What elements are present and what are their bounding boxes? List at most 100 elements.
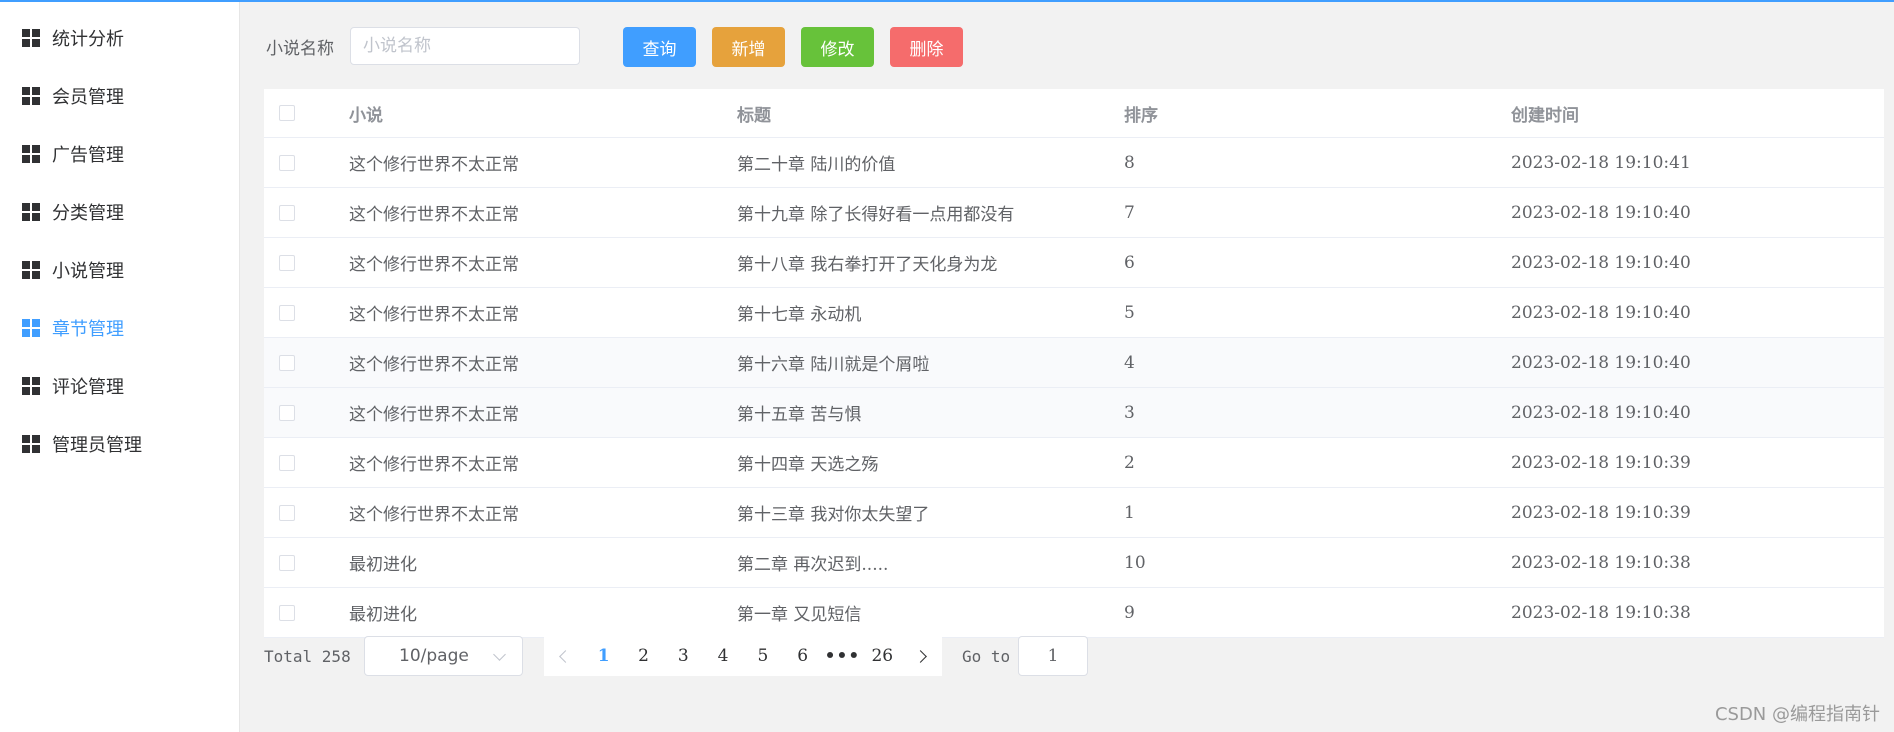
cell-title: 第十三章 我对你太失望了 (737, 505, 930, 525)
more-pages-icon[interactable]: ••• (823, 636, 863, 676)
sidebar-item-label: 小说管理 (52, 261, 124, 282)
grid-icon (22, 435, 40, 453)
table-row[interactable]: 这个修行世界不太正常 第十九章 除了长得好看一点用都没有 7 2023-02-1… (264, 188, 1884, 238)
table-row[interactable]: 这个修行世界不太正常 第十七章 永动机 5 2023-02-18 19:10:4… (264, 288, 1884, 338)
select-all-cell (279, 89, 295, 137)
cell-title: 第十九章 除了长得好看一点用都没有 (737, 205, 1015, 225)
row-checkbox-cell (279, 438, 295, 487)
sidebar-item-label: 评论管理 (52, 377, 124, 398)
delete-button[interactable]: 删除 (890, 27, 963, 67)
row-checkbox[interactable] (279, 454, 295, 471)
page-number[interactable]: 4 (703, 636, 743, 676)
row-checkbox-cell (279, 538, 295, 587)
top-accent-bar (0, 0, 1894, 2)
add-button[interactable]: 新增 (712, 27, 785, 67)
sidebar-item-label: 广告管理 (52, 145, 124, 166)
cell-created-time: 2023-02-18 19:10:39 (1511, 502, 1691, 523)
row-checkbox[interactable] (279, 554, 295, 571)
page-number[interactable]: 26 (862, 636, 902, 676)
table-row[interactable]: 这个修行世界不太正常 第十六章 陆川就是个屑啦 4 2023-02-18 19:… (264, 338, 1884, 388)
table-row[interactable]: 这个修行世界不太正常 第十五章 苦与惧 3 2023-02-18 19:10:4… (264, 388, 1884, 438)
cell-order: 5 (1124, 302, 1135, 323)
cell-novel: 这个修行世界不太正常 (349, 355, 519, 375)
column-header-novel[interactable]: 小说 (349, 89, 383, 137)
sidebar-item-statistics[interactable]: 统计分析 (0, 12, 239, 64)
sidebar-item-label: 统计分析 (52, 29, 124, 50)
grid-icon (22, 87, 40, 105)
cell-novel: 这个修行世界不太正常 (349, 455, 519, 475)
column-header-title[interactable]: 标题 (737, 89, 771, 137)
page-number[interactable]: 1 (584, 636, 624, 676)
select-all-checkbox[interactable] (279, 105, 295, 121)
cell-order: 9 (1124, 602, 1135, 623)
sidebar-item-label: 章节管理 (52, 319, 124, 340)
next-page-button[interactable] (902, 636, 942, 676)
table-row[interactable]: 这个修行世界不太正常 第十四章 天选之殇 2 2023-02-18 19:10:… (264, 438, 1884, 488)
column-header-order[interactable]: 排序 (1124, 89, 1158, 137)
chevron-down-icon (493, 648, 506, 661)
prev-page-button[interactable] (544, 636, 584, 676)
cell-created-time: 2023-02-18 19:10:38 (1511, 602, 1691, 623)
grid-icon (22, 377, 40, 395)
row-checkbox[interactable] (279, 254, 295, 271)
page-size-select[interactable]: 10/page (364, 636, 523, 676)
sidebar-item-comments[interactable]: 评论管理 (0, 360, 239, 412)
row-checkbox[interactable] (279, 404, 295, 421)
row-checkbox[interactable] (279, 604, 295, 621)
cell-title: 第一章 又见短信 (737, 605, 862, 625)
page-number[interactable]: 2 (624, 636, 664, 676)
table-row[interactable]: 最初进化 第一章 又见短信 9 2023-02-18 19:10:38 (264, 588, 1884, 638)
row-checkbox-cell (279, 588, 295, 637)
sidebar-item-members[interactable]: 会员管理 (0, 70, 239, 122)
row-checkbox-cell (279, 388, 295, 437)
row-checkbox-cell (279, 338, 295, 387)
sidebar-item-label: 分类管理 (52, 203, 124, 224)
row-checkbox-cell (279, 288, 295, 337)
cell-novel: 这个修行世界不太正常 (349, 205, 519, 225)
chevron-left-icon (559, 649, 573, 663)
sidebar-item-chapters[interactable]: 章节管理 (0, 302, 239, 354)
goto-page-input[interactable] (1018, 636, 1088, 676)
sidebar-item-categories[interactable]: 分类管理 (0, 186, 239, 238)
watermark: CSDN @编程指南针 (1714, 704, 1880, 725)
table-row[interactable]: 这个修行世界不太正常 第十三章 我对你太失望了 1 2023-02-18 19:… (264, 488, 1884, 538)
row-checkbox[interactable] (279, 354, 295, 371)
novel-name-search-input[interactable] (350, 27, 580, 65)
sidebar-item-label: 管理员管理 (52, 435, 142, 456)
page-number[interactable]: 3 (663, 636, 703, 676)
cell-order: 2 (1124, 452, 1135, 473)
sidebar-item-label: 会员管理 (52, 87, 124, 108)
cell-order: 7 (1124, 202, 1135, 223)
sidebar-item-admins[interactable]: 管理员管理 (0, 418, 239, 470)
cell-created-time: 2023-02-18 19:10:40 (1511, 352, 1691, 373)
query-button[interactable]: 查询 (623, 27, 696, 67)
page-number[interactable]: 5 (743, 636, 783, 676)
edit-button[interactable]: 修改 (801, 27, 874, 67)
cell-order: 1 (1124, 502, 1135, 523)
table-row[interactable]: 这个修行世界不太正常 第十八章 我右拳打开了天化身为龙 6 2023-02-18… (264, 238, 1884, 288)
table-row[interactable]: 这个修行世界不太正常 第二十章 陆川的价值 8 2023-02-18 19:10… (264, 138, 1884, 188)
page-size-value: 10/page (399, 646, 469, 666)
cell-order: 4 (1124, 352, 1135, 373)
cell-title: 第二章 再次迟到..... (737, 555, 889, 575)
row-checkbox[interactable] (279, 154, 295, 171)
row-checkbox[interactable] (279, 204, 295, 221)
sidebar-item-ads[interactable]: 广告管理 (0, 128, 239, 180)
cell-created-time: 2023-02-18 19:10:40 (1511, 252, 1691, 273)
page-number[interactable]: 6 (783, 636, 823, 676)
cell-created-time: 2023-02-18 19:10:38 (1511, 552, 1691, 573)
pagination-total: Total 258 (264, 647, 351, 666)
cell-title: 第二十章 陆川的价值 (737, 155, 896, 175)
row-checkbox[interactable] (279, 304, 295, 321)
search-label: 小说名称 (266, 39, 334, 59)
cell-novel: 最初进化 (349, 555, 417, 575)
grid-icon (22, 319, 40, 337)
row-checkbox[interactable] (279, 504, 295, 521)
cell-novel: 这个修行世界不太正常 (349, 305, 519, 325)
pager: 1 2 3 4 5 6 ••• 26 (544, 636, 942, 676)
row-checkbox-cell (279, 188, 295, 237)
sidebar-item-novels[interactable]: 小说管理 (0, 244, 239, 296)
column-header-created-time[interactable]: 创建时间 (1511, 89, 1579, 137)
table-row[interactable]: 最初进化 第二章 再次迟到..... 10 2023-02-18 19:10:3… (264, 538, 1884, 588)
cell-novel: 这个修行世界不太正常 (349, 255, 519, 275)
